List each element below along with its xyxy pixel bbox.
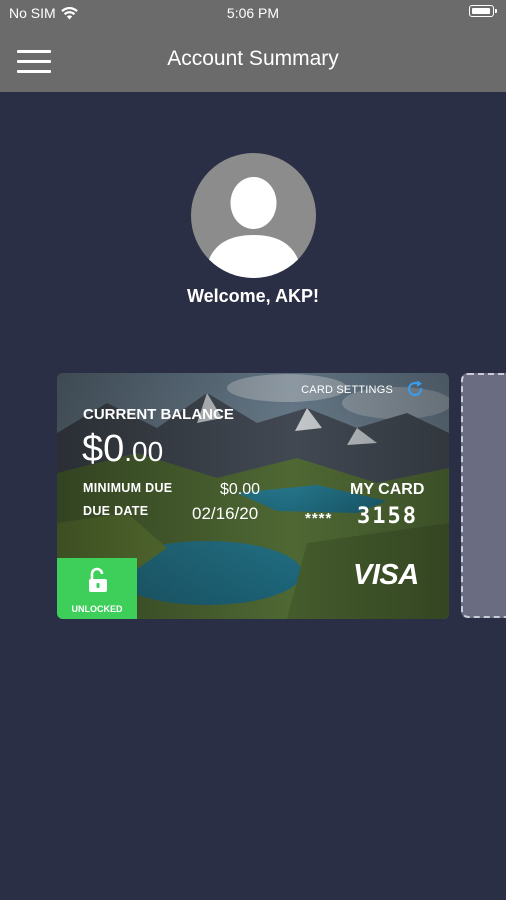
visa-logo: VISA xyxy=(353,559,419,591)
page-title: Account Summary xyxy=(167,47,339,70)
nav-bar: Account Summary xyxy=(0,26,506,92)
user-silhouette-icon[interactable] xyxy=(191,153,316,278)
current-balance-label: CURRENT BALANCE xyxy=(83,406,234,423)
balance-cents: .00 xyxy=(124,436,164,467)
due-date-value: 02/16/20 xyxy=(192,504,259,523)
card-lock-toggle[interactable]: UNLOCKED xyxy=(57,558,137,619)
battery-icon xyxy=(469,5,497,17)
card-name-label: MY CARD xyxy=(350,481,425,498)
welcome-text: Welcome, AKP! xyxy=(186,286,320,306)
unlocked-padlock-icon xyxy=(89,567,107,592)
status-bar: No SIM 5:06 PM xyxy=(0,0,506,26)
card-settings-link[interactable]: CARD SETTINGS xyxy=(301,384,393,396)
status-time: 5:06 PM xyxy=(226,5,280,21)
minimum-due-value: $0.00 xyxy=(220,481,261,498)
current-balance-value: $0.00 xyxy=(82,428,163,471)
lock-status-label: UNLOCKED xyxy=(71,604,123,614)
balance-dollars: $0 xyxy=(82,428,125,470)
add-card-slot[interactable] xyxy=(461,373,506,618)
refresh-icon[interactable] xyxy=(405,379,425,399)
status-right xyxy=(469,5,497,17)
credit-card[interactable]: CARD SETTINGS CURRENT BALANCE $0.00 MINI… xyxy=(57,373,449,619)
card-last-four: 3158 xyxy=(357,504,418,529)
card-number-mask: **** xyxy=(305,510,333,527)
due-date-label: DUE DATE xyxy=(83,504,149,518)
minimum-due-label: MINIMUM DUE xyxy=(83,481,173,495)
